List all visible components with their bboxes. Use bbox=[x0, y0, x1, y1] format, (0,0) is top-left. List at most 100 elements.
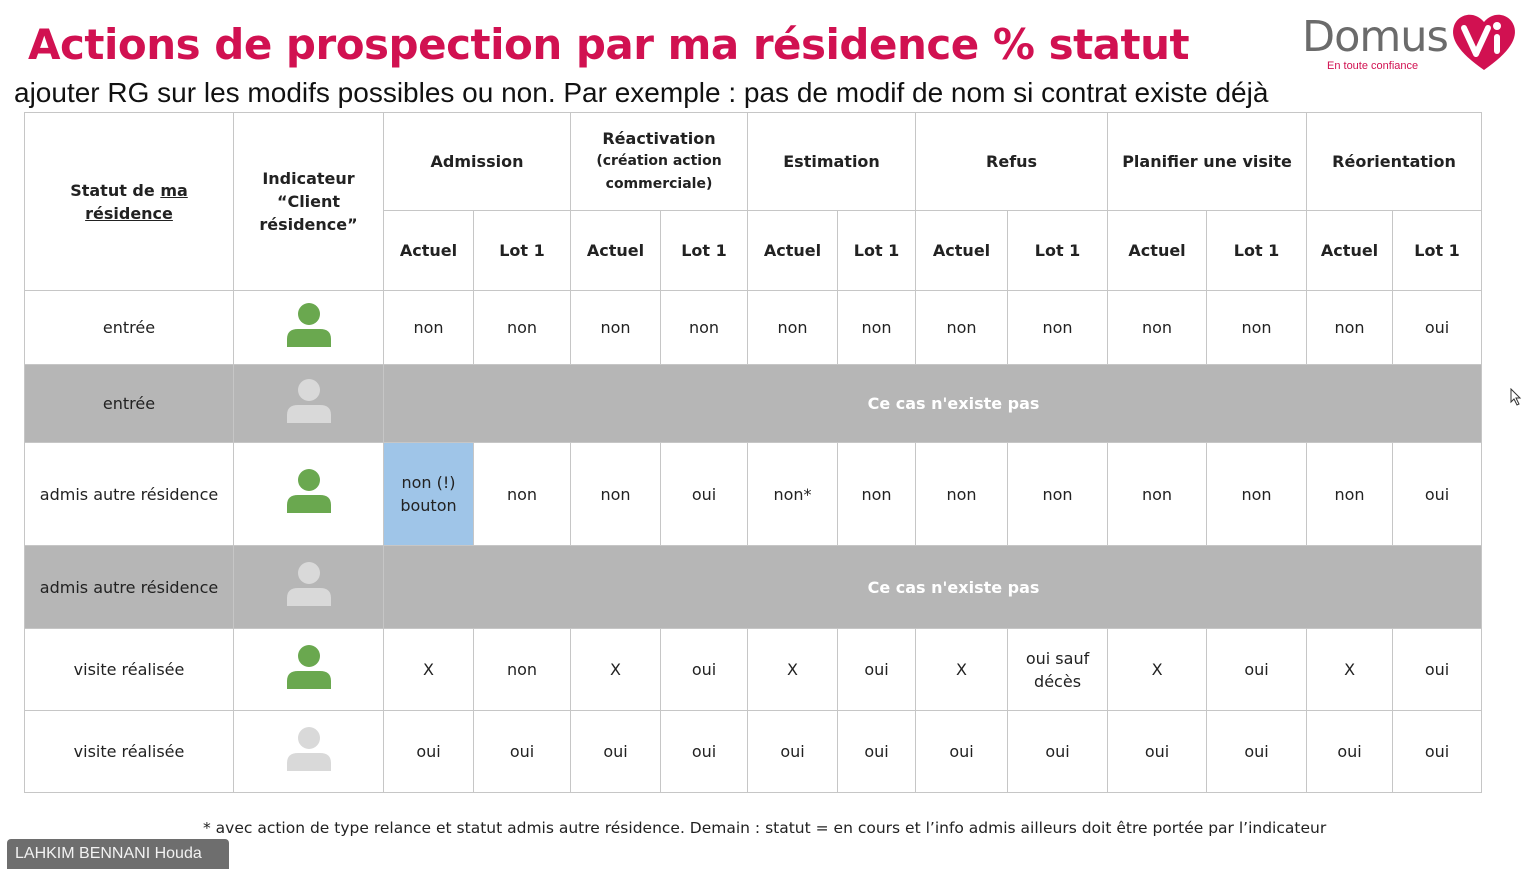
person-icon-client bbox=[286, 302, 332, 354]
subheader-actuel: Actuel bbox=[1107, 210, 1208, 291]
subheader-lot1: Lot 1 bbox=[659, 210, 749, 291]
case-not-exists-cell: Ce cas n'existe pas bbox=[382, 545, 1483, 629]
subheader-actuel: Actuel bbox=[383, 210, 474, 291]
value-cell: oui bbox=[1306, 710, 1394, 793]
value-cell: non bbox=[659, 290, 749, 365]
logo-heart-icon bbox=[1453, 14, 1515, 70]
col-header-indicator: Indicateur “Client résidence” bbox=[233, 112, 384, 291]
value-cell: non bbox=[1206, 442, 1308, 546]
group-header-reorientation: Réorientation bbox=[1306, 112, 1483, 211]
domusvi-logo: Domus En toute confiance bbox=[1300, 8, 1520, 76]
status-cell: admis autre résidence bbox=[24, 545, 234, 629]
value-cell: non bbox=[1306, 290, 1394, 365]
presenter-name-label: LAHKIM BENNANI Houda bbox=[7, 839, 229, 869]
col-header-status: Statut de ma résidence bbox=[24, 112, 234, 291]
table-row: entrée non non non non non non non non non non non o… bbox=[24, 290, 1483, 365]
group-header-admission: Admission bbox=[383, 112, 571, 211]
indicator-cell bbox=[233, 628, 384, 711]
subheader-lot1: Lot 1 bbox=[1206, 210, 1308, 291]
col-header-indicator-l1: Indicateur bbox=[262, 169, 355, 188]
group-label: Admission bbox=[430, 152, 524, 171]
value-cell: X bbox=[570, 628, 661, 711]
subheader-lot1: Lot 1 bbox=[1007, 210, 1109, 291]
header-row-groups: Statut de ma résidence Indicateur “Clien… bbox=[24, 112, 1483, 291]
status-cell: visite réalisée bbox=[24, 710, 234, 793]
group-header-planifier-visite: Planifier une visite bbox=[1107, 112, 1308, 211]
footnote: * avec action de type relance et statut … bbox=[203, 819, 1327, 837]
group-header-refus: Refus bbox=[915, 112, 1109, 211]
group-sublabel-2: commerciale) bbox=[605, 176, 713, 192]
value-cell: oui bbox=[837, 710, 917, 793]
subheader-actuel: Actuel bbox=[915, 210, 1009, 291]
value-cell: oui bbox=[1206, 710, 1308, 793]
value-cell: non bbox=[473, 290, 571, 365]
page-title: Actions de prospection par ma résidence … bbox=[28, 20, 1190, 69]
group-label: Réorientation bbox=[1332, 152, 1456, 171]
value-cell: non bbox=[570, 442, 661, 546]
col-header-indicator-l3: résidence” bbox=[259, 215, 358, 234]
table-row: visite réalisée oui oui oui oui oui oui oui oui o… bbox=[24, 710, 1483, 793]
value-cell: oui bbox=[1392, 710, 1483, 793]
person-icon-client bbox=[286, 644, 332, 696]
value-cell: non* bbox=[747, 442, 839, 546]
col-header-status-ma: ma bbox=[160, 180, 188, 200]
value-cell: non bbox=[1007, 290, 1109, 365]
subheader-actuel: Actuel bbox=[1306, 210, 1394, 291]
subheader-lot1: Lot 1 bbox=[473, 210, 571, 291]
value-cell: non (!) bouton bbox=[383, 442, 474, 546]
value-cell: non bbox=[1206, 290, 1308, 365]
value-cell: oui sauf décès bbox=[1007, 628, 1109, 711]
col-header-status-residence: résidence bbox=[85, 203, 173, 223]
group-label: Refus bbox=[986, 152, 1038, 171]
indicator-cell bbox=[233, 710, 384, 793]
value-cell: oui bbox=[659, 628, 749, 711]
indicator-cell bbox=[233, 545, 384, 629]
group-sublabel-1: (création action bbox=[596, 153, 722, 169]
status-cell: visite réalisée bbox=[24, 628, 234, 711]
group-label: Planifier une visite bbox=[1122, 152, 1292, 171]
value-cell: oui bbox=[1007, 710, 1109, 793]
value-cell: non bbox=[1306, 442, 1394, 546]
logo-wordmark: Domus bbox=[1302, 12, 1449, 62]
value-cell: oui bbox=[1392, 628, 1483, 711]
subheader-lot1: Lot 1 bbox=[1392, 210, 1483, 291]
value-cell: oui bbox=[1107, 710, 1208, 793]
col-header-status-text: Statut de bbox=[70, 180, 161, 200]
indicator-cell bbox=[233, 290, 384, 365]
table-row: visite réalisée Xnon Xoui Xoui Xoui sauf décè… bbox=[24, 628, 1483, 711]
value-cell: oui bbox=[473, 710, 571, 793]
value-cell: oui bbox=[383, 710, 474, 793]
group-header-estimation: Estimation bbox=[747, 112, 917, 211]
value-cell: non bbox=[1107, 442, 1208, 546]
value-cell: non bbox=[1107, 290, 1208, 365]
value-cell: oui bbox=[915, 710, 1009, 793]
case-not-exists-cell: Ce cas n'existe pas bbox=[382, 364, 1483, 443]
subheader-lot1: Lot 1 bbox=[837, 210, 917, 291]
subheader-actuel: Actuel bbox=[570, 210, 661, 291]
value-cell: non bbox=[915, 442, 1009, 546]
value-cell: X bbox=[747, 628, 839, 711]
mouse-cursor-icon bbox=[1510, 388, 1522, 406]
value-cell: X bbox=[915, 628, 1009, 711]
value-cell: X bbox=[1306, 628, 1394, 711]
person-icon-nonclient bbox=[286, 561, 332, 613]
value-cell: oui bbox=[747, 710, 839, 793]
indicator-cell bbox=[233, 364, 384, 443]
person-icon-client bbox=[286, 468, 332, 520]
value-cell: non bbox=[915, 290, 1009, 365]
value-cell: non bbox=[747, 290, 839, 365]
logo-tagline: En toute confiance bbox=[1327, 60, 1419, 72]
status-cell: entrée bbox=[24, 364, 234, 443]
value-cell: non bbox=[837, 290, 917, 365]
table-row: entrée Ce cas n'existe pas bbox=[24, 364, 1483, 443]
person-icon-nonclient bbox=[286, 726, 332, 778]
group-header-reactivation: Réactivation (création action commercial… bbox=[569, 112, 749, 211]
group-label: Estimation bbox=[783, 152, 880, 171]
person-icon-nonclient bbox=[286, 378, 332, 430]
value-cell: oui bbox=[570, 710, 661, 793]
value-cell: X bbox=[383, 628, 474, 711]
value-cell: oui bbox=[837, 628, 917, 711]
value-cell: non bbox=[837, 442, 917, 546]
page-subtitle: ajouter RG sur les modifs possibles ou n… bbox=[14, 77, 1269, 108]
value-cell: oui bbox=[1206, 628, 1308, 711]
